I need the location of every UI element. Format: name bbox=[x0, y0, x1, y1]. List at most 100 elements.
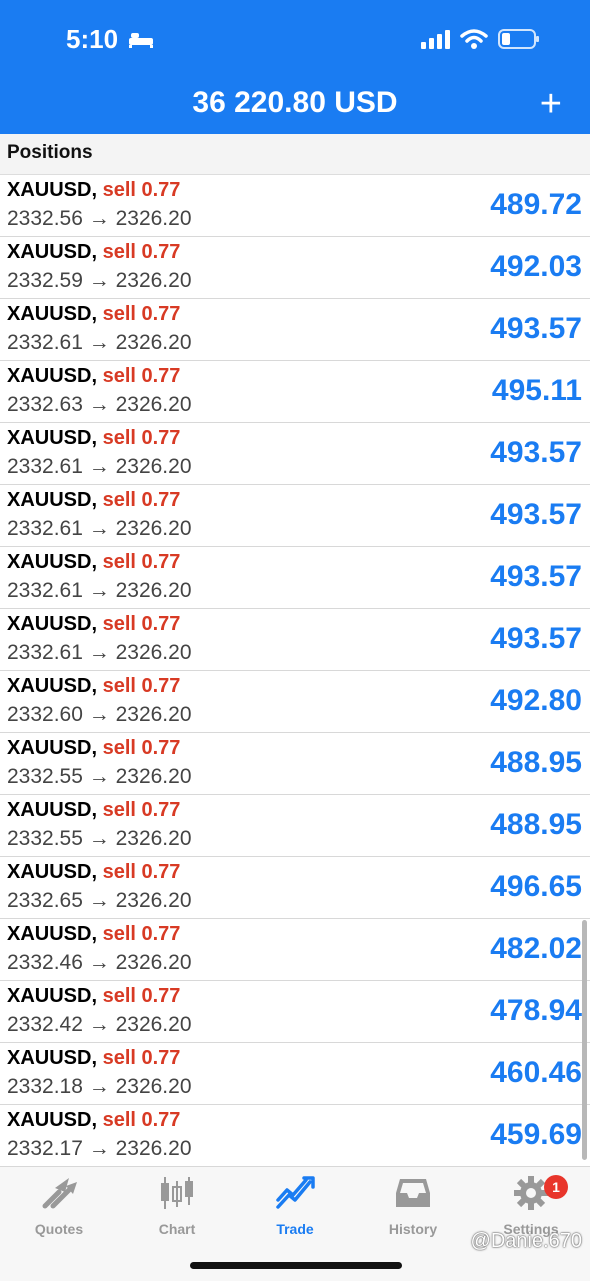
arrow-right-icon: → bbox=[82, 641, 116, 664]
cellular-signal-icon bbox=[421, 30, 450, 49]
position-prices: 2332.59 → 2326.20 bbox=[7, 269, 192, 293]
position-profit: 489.72 bbox=[490, 188, 582, 221]
tab-label: Trade bbox=[276, 1221, 314, 1237]
position-profit: 488.95 bbox=[490, 746, 582, 779]
position-row[interactable]: XAUUSD, sell 0.77 2332.46 → 2326.20 482.02 bbox=[0, 919, 590, 981]
scrollbar[interactable] bbox=[582, 920, 587, 1160]
current-price: 2326.20 bbox=[115, 269, 192, 292]
position-prices: 2332.61 → 2326.20 bbox=[7, 455, 192, 479]
position-side: sell 0.77 bbox=[102, 613, 181, 635]
tab-trade[interactable]: Trade bbox=[236, 1173, 354, 1237]
current-price: 2326.20 bbox=[115, 889, 192, 912]
position-side: sell 0.77 bbox=[102, 241, 181, 263]
position-symbol: XAUUSD, bbox=[7, 489, 98, 511]
position-row[interactable]: XAUUSD, sell 0.77 2332.60 → 2326.20 492.80 bbox=[0, 671, 590, 733]
open-price: 2332.63 bbox=[7, 393, 83, 416]
position-row[interactable]: XAUUSD, sell 0.77 2332.61 → 2326.20 493.57 bbox=[0, 299, 590, 361]
position-symbol: XAUUSD, bbox=[7, 675, 98, 697]
new-order-button[interactable]: + bbox=[540, 82, 562, 126]
position-row[interactable]: XAUUSD, sell 0.77 2332.42 → 2326.20 478.94 bbox=[0, 981, 590, 1043]
position-profit: 460.46 bbox=[490, 1056, 582, 1089]
position-prices: 2332.61 → 2326.20 bbox=[7, 331, 192, 355]
position-row[interactable]: XAUUSD, sell 0.77 2332.55 → 2326.20 488.95 bbox=[0, 733, 590, 795]
position-prices: 2332.65 → 2326.20 bbox=[7, 889, 192, 913]
tab-label: Quotes bbox=[34, 1221, 84, 1237]
position-prices: 2332.61 → 2326.20 bbox=[7, 517, 192, 541]
position-symbol: XAUUSD, bbox=[7, 923, 98, 945]
current-price: 2326.20 bbox=[115, 1137, 192, 1160]
arrow-right-icon: → bbox=[82, 1013, 116, 1036]
open-price: 2332.17 bbox=[7, 1137, 83, 1160]
sleep-focus-icon bbox=[129, 33, 153, 48]
arrow-right-icon: → bbox=[82, 517, 116, 540]
position-row[interactable]: XAUUSD, sell 0.77 2332.59 → 2326.20 492.03 bbox=[0, 237, 590, 299]
position-prices: 2332.61 → 2326.20 bbox=[7, 579, 192, 603]
open-price: 2332.60 bbox=[7, 703, 83, 726]
position-profit: 459.69 bbox=[490, 1118, 582, 1151]
position-side: sell 0.77 bbox=[102, 1109, 181, 1131]
inbox-icon bbox=[396, 1179, 430, 1207]
position-side: sell 0.77 bbox=[102, 799, 181, 821]
tab-settings[interactable]: 1 Settings bbox=[472, 1173, 590, 1237]
position-symbol: XAUUSD, bbox=[7, 861, 98, 883]
watermark: @Danie.670 bbox=[470, 1230, 582, 1252]
position-profit: 493.57 bbox=[490, 436, 582, 469]
position-side: sell 0.77 bbox=[102, 551, 181, 573]
position-prices: 2332.17 → 2326.20 bbox=[7, 1137, 192, 1161]
position-prices: 2332.55 → 2326.20 bbox=[7, 827, 192, 851]
open-price: 2332.61 bbox=[7, 517, 83, 540]
position-side: sell 0.77 bbox=[102, 179, 181, 201]
position-row[interactable]: XAUUSD, sell 0.77 2332.56 → 2326.20 489.72 bbox=[0, 175, 590, 237]
position-symbol: XAUUSD, bbox=[7, 1047, 98, 1069]
position-side: sell 0.77 bbox=[102, 985, 181, 1007]
position-row[interactable]: XAUUSD, sell 0.77 2332.61 → 2326.20 493.57 bbox=[0, 485, 590, 547]
tab-quotes[interactable]: Quotes bbox=[0, 1173, 118, 1237]
account-balance: 36 220.80 USD bbox=[192, 86, 398, 119]
position-row[interactable]: XAUUSD, sell 0.77 2332.17 → 2326.20 459.69 bbox=[0, 1105, 590, 1167]
position-profit: 493.57 bbox=[490, 560, 582, 593]
tab-chart[interactable]: Chart bbox=[118, 1173, 236, 1237]
current-price: 2326.20 bbox=[115, 393, 192, 416]
position-side: sell 0.77 bbox=[102, 489, 181, 511]
position-title: XAUUSD, sell 0.77 bbox=[7, 1109, 180, 1132]
status-time: 5:10 bbox=[66, 24, 119, 54]
position-symbol: XAUUSD, bbox=[7, 1109, 98, 1131]
position-row[interactable]: XAUUSD, sell 0.77 2332.55 → 2326.20 488.95 bbox=[0, 795, 590, 857]
position-symbol: XAUUSD, bbox=[7, 737, 98, 759]
position-row[interactable]: XAUUSD, sell 0.77 2332.61 → 2326.20 493.57 bbox=[0, 609, 590, 671]
position-row[interactable]: XAUUSD, sell 0.77 2332.18 → 2326.20 460.46 bbox=[0, 1043, 590, 1105]
tab-history[interactable]: History bbox=[354, 1173, 472, 1237]
arrow-right-icon: → bbox=[82, 579, 116, 602]
position-title: XAUUSD, sell 0.77 bbox=[7, 179, 180, 202]
position-row[interactable]: XAUUSD, sell 0.77 2332.63 → 2326.20 495.11 bbox=[0, 361, 590, 423]
position-profit: 478.94 bbox=[490, 994, 582, 1027]
position-side: sell 0.77 bbox=[102, 737, 181, 759]
notification-badge: 1 bbox=[544, 1175, 568, 1199]
position-title: XAUUSD, sell 0.77 bbox=[7, 427, 180, 450]
position-prices: 2332.46 → 2326.20 bbox=[7, 951, 192, 975]
open-price: 2332.55 bbox=[7, 827, 83, 850]
position-title: XAUUSD, sell 0.77 bbox=[7, 1047, 180, 1070]
arrow-right-icon: → bbox=[82, 703, 116, 726]
position-symbol: XAUUSD, bbox=[7, 799, 98, 821]
quotes-arrows-icon bbox=[42, 1178, 77, 1209]
position-title: XAUUSD, sell 0.77 bbox=[7, 365, 180, 388]
position-profit: 493.57 bbox=[490, 622, 582, 655]
arrow-right-icon: → bbox=[82, 269, 116, 292]
position-profit: 496.65 bbox=[490, 870, 582, 903]
position-row[interactable]: XAUUSD, sell 0.77 2332.65 → 2326.20 496.65 bbox=[0, 857, 590, 919]
position-row[interactable]: XAUUSD, sell 0.77 2332.61 → 2326.20 493.57 bbox=[0, 547, 590, 609]
current-price: 2326.20 bbox=[115, 951, 192, 974]
wifi-icon bbox=[460, 29, 488, 49]
position-profit: 492.80 bbox=[490, 684, 582, 717]
position-title: XAUUSD, sell 0.77 bbox=[7, 675, 180, 698]
position-row[interactable]: XAUUSD, sell 0.77 2332.61 → 2326.20 493.57 bbox=[0, 423, 590, 485]
current-price: 2326.20 bbox=[115, 455, 192, 478]
open-price: 2332.18 bbox=[7, 1075, 83, 1098]
position-profit: 482.02 bbox=[490, 932, 582, 965]
position-prices: 2332.63 → 2326.20 bbox=[7, 393, 192, 417]
position-prices: 2332.61 → 2326.20 bbox=[7, 641, 192, 665]
tab-label: History bbox=[388, 1221, 438, 1237]
position-title: XAUUSD, sell 0.77 bbox=[7, 923, 180, 946]
position-symbol: XAUUSD, bbox=[7, 303, 98, 325]
